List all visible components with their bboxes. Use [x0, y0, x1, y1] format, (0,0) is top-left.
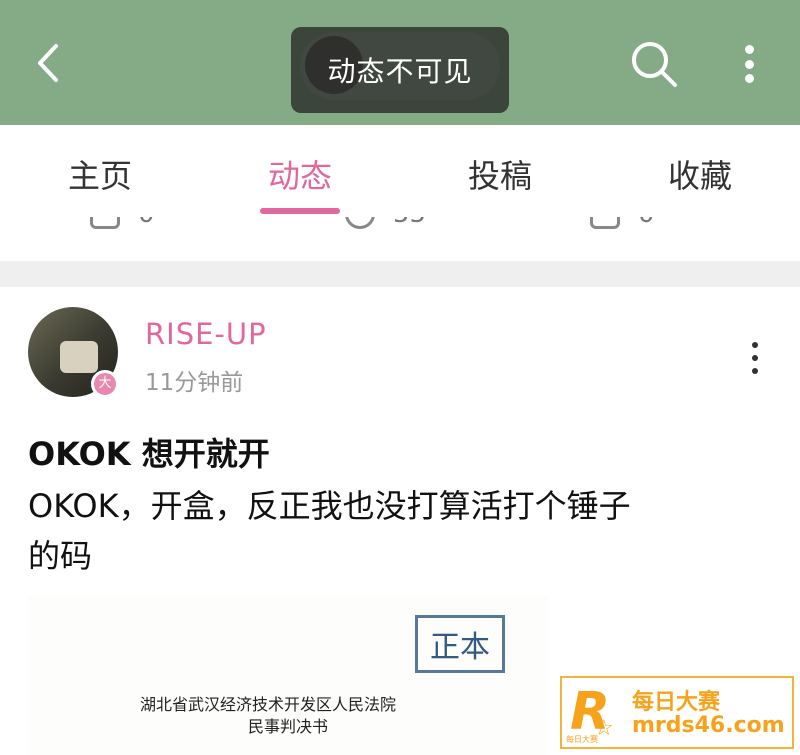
more-vertical-icon[interactable]	[735, 42, 763, 86]
back-button[interactable]	[30, 40, 70, 86]
comment-stat[interactable]: 55	[345, 217, 426, 229]
avatar-image	[60, 341, 98, 373]
forward-stat[interactable]: 0	[90, 217, 155, 229]
tab-submissions[interactable]: 投稿	[430, 151, 570, 197]
post-body: OKOK，开盒，反正我也没打算活打个锤子的码	[28, 487, 631, 575]
document-heading: 湖北省武汉经济技术开发区人民法院	[140, 695, 397, 714]
like-icon	[590, 217, 620, 229]
search-button[interactable]	[628, 38, 680, 90]
watermark-url: mrds46.com	[632, 713, 785, 738]
post-image[interactable]: 正本 湖北省武汉经济技术开发区人民法院 民事判决书	[28, 595, 548, 755]
watermark-title: 每日大赛	[632, 690, 721, 715]
tab-favorites[interactable]: 收藏	[630, 151, 770, 197]
forward-icon	[90, 217, 120, 229]
tab-bar: 主页 动态 投稿 收藏	[0, 125, 800, 217]
post-more-icon[interactable]	[748, 342, 762, 374]
comment-icon	[345, 217, 375, 229]
username[interactable]: RISE-UP	[145, 317, 267, 351]
tab-home[interactable]: 主页	[30, 151, 170, 197]
active-tab-indicator	[260, 208, 340, 214]
toast-message: 动态不可见	[291, 27, 509, 113]
vip-badge: 大	[91, 370, 119, 398]
section-divider	[0, 261, 800, 287]
stats-strip: 0 55 0	[0, 217, 800, 261]
back-arrow-icon	[38, 44, 58, 82]
post-time: 11分钟前	[145, 370, 244, 396]
like-stat[interactable]: 0	[590, 217, 655, 229]
watermark-small-text: 每日大赛	[566, 735, 598, 744]
post-title: OKOK 想开就开	[28, 435, 270, 473]
document-subheading: 民事判决书	[248, 717, 329, 736]
tab-dynamic[interactable]: 动态	[230, 151, 370, 197]
search-icon	[632, 42, 677, 87]
watermark-logo: R ☆ 每日大赛 每日大赛 mrds46.com	[560, 676, 794, 749]
top-header: 动态不可见	[0, 0, 800, 125]
stamp: 正本	[415, 615, 505, 673]
